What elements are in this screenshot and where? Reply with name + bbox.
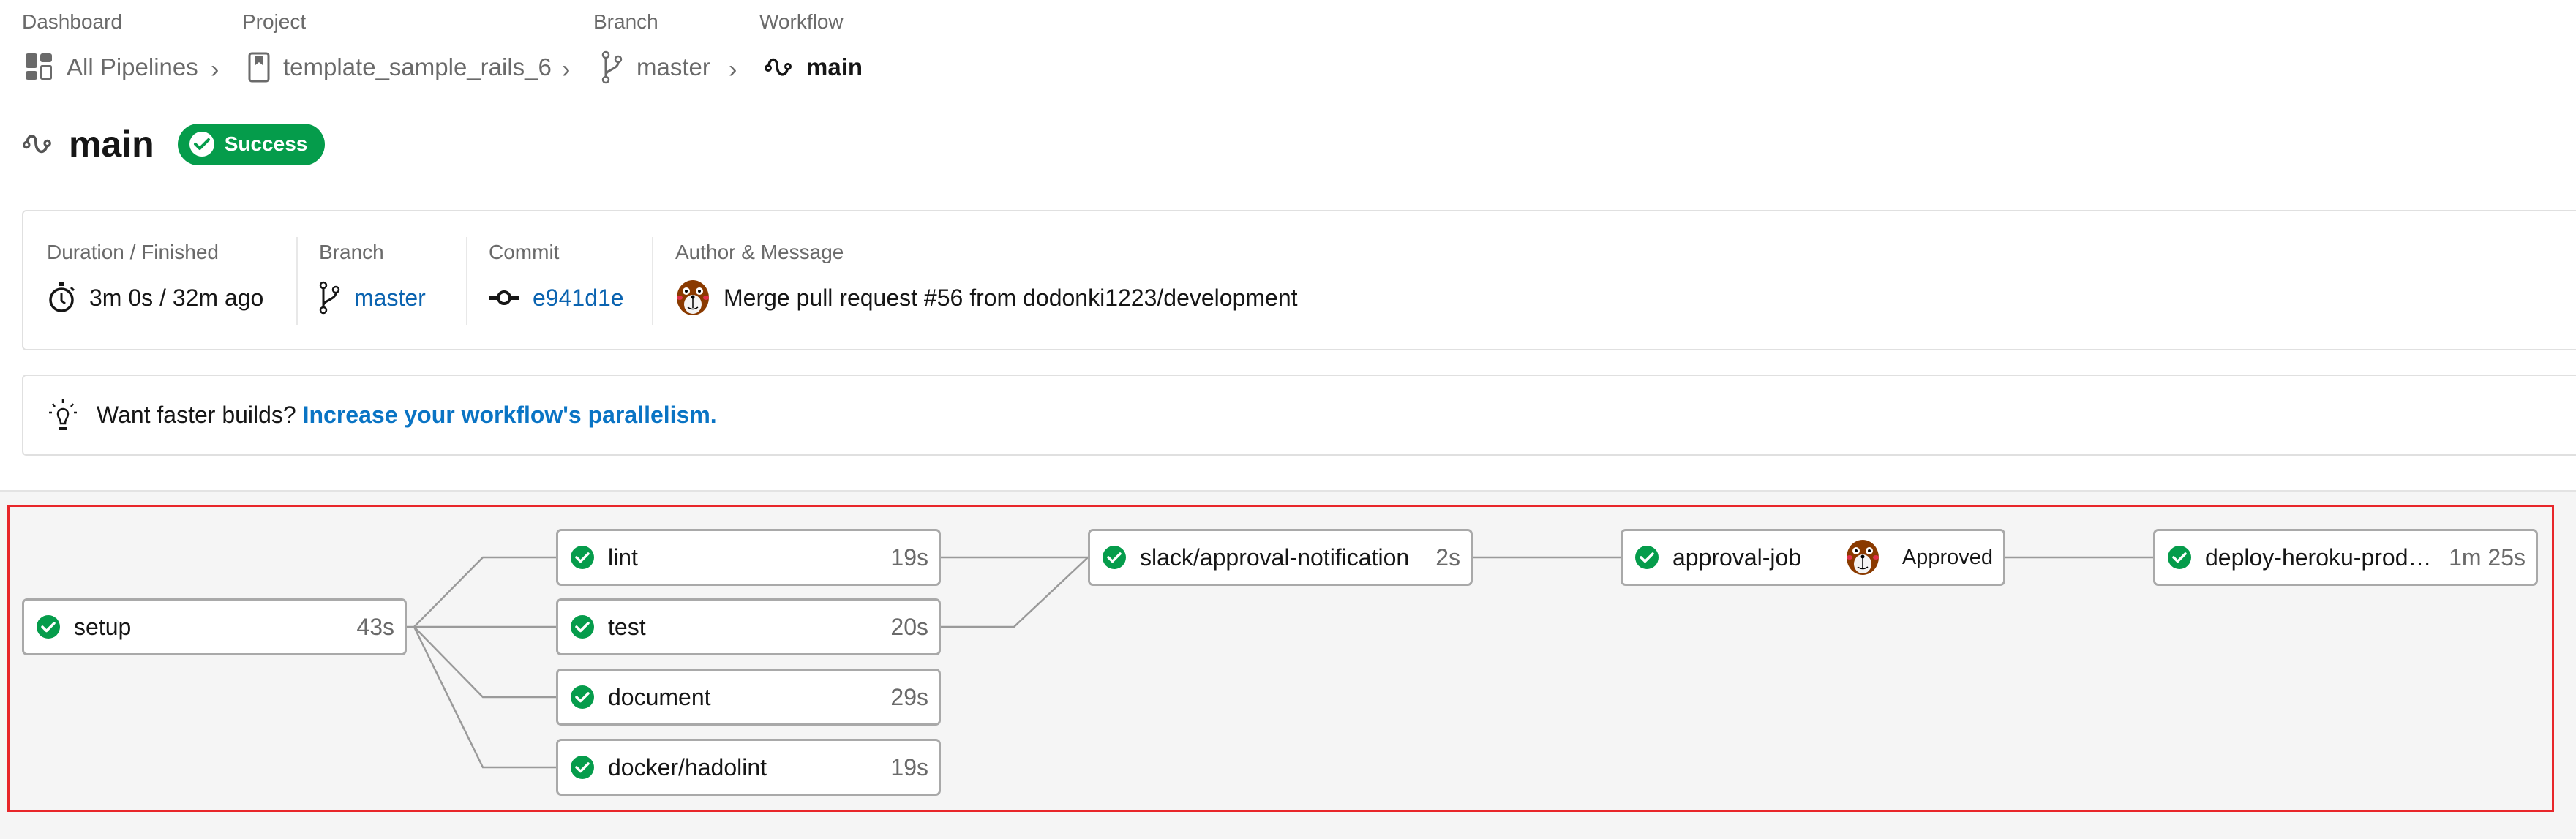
success-check-icon <box>37 615 60 639</box>
job-name: test <box>608 613 646 640</box>
success-check-icon <box>571 756 594 779</box>
job-approval[interactable]: approval-job Approved <box>1621 529 2005 586</box>
job-lint[interactable]: lint 19s <box>556 529 941 586</box>
job-name: deploy-heroku-produc... <box>2205 543 2445 571</box>
success-check-icon <box>571 685 594 709</box>
job-name: slack/approval-notification <box>1140 543 1410 571</box>
job-docker[interactable]: docker/hadolint 19s <box>556 739 941 796</box>
job-duration: 20s <box>890 613 928 640</box>
job-setup[interactable]: setup 43s <box>22 598 407 655</box>
job-test[interactable]: test 20s <box>556 598 941 655</box>
job-name: docker/hadolint <box>608 753 767 780</box>
job-duration: 29s <box>890 683 928 710</box>
success-check-icon <box>2168 546 2191 569</box>
job-name: lint <box>608 543 638 571</box>
job-duration: 1m 25s <box>2449 543 2526 571</box>
job-duration: 43s <box>356 613 394 640</box>
approver-avatar-icon <box>1846 540 1879 575</box>
job-document[interactable]: document 29s <box>556 669 941 726</box>
job-deploy[interactable]: deploy-heroku-produc... 1m 25s <box>2153 529 2538 586</box>
job-name: setup <box>74 613 132 640</box>
success-check-icon <box>1635 546 1659 569</box>
success-check-icon <box>571 546 594 569</box>
job-name: approval-job <box>1672 543 1802 571</box>
job-duration: 19s <box>890 543 928 571</box>
job-slack[interactable]: slack/approval-notification 2s <box>1088 529 1473 586</box>
job-name: document <box>608 683 711 710</box>
job-duration: 19s <box>890 753 928 780</box>
job-duration: 2s <box>1435 543 1460 571</box>
success-check-icon <box>1103 546 1126 569</box>
success-check-icon <box>571 615 594 639</box>
approval-status: Approved <box>1901 545 1993 569</box>
